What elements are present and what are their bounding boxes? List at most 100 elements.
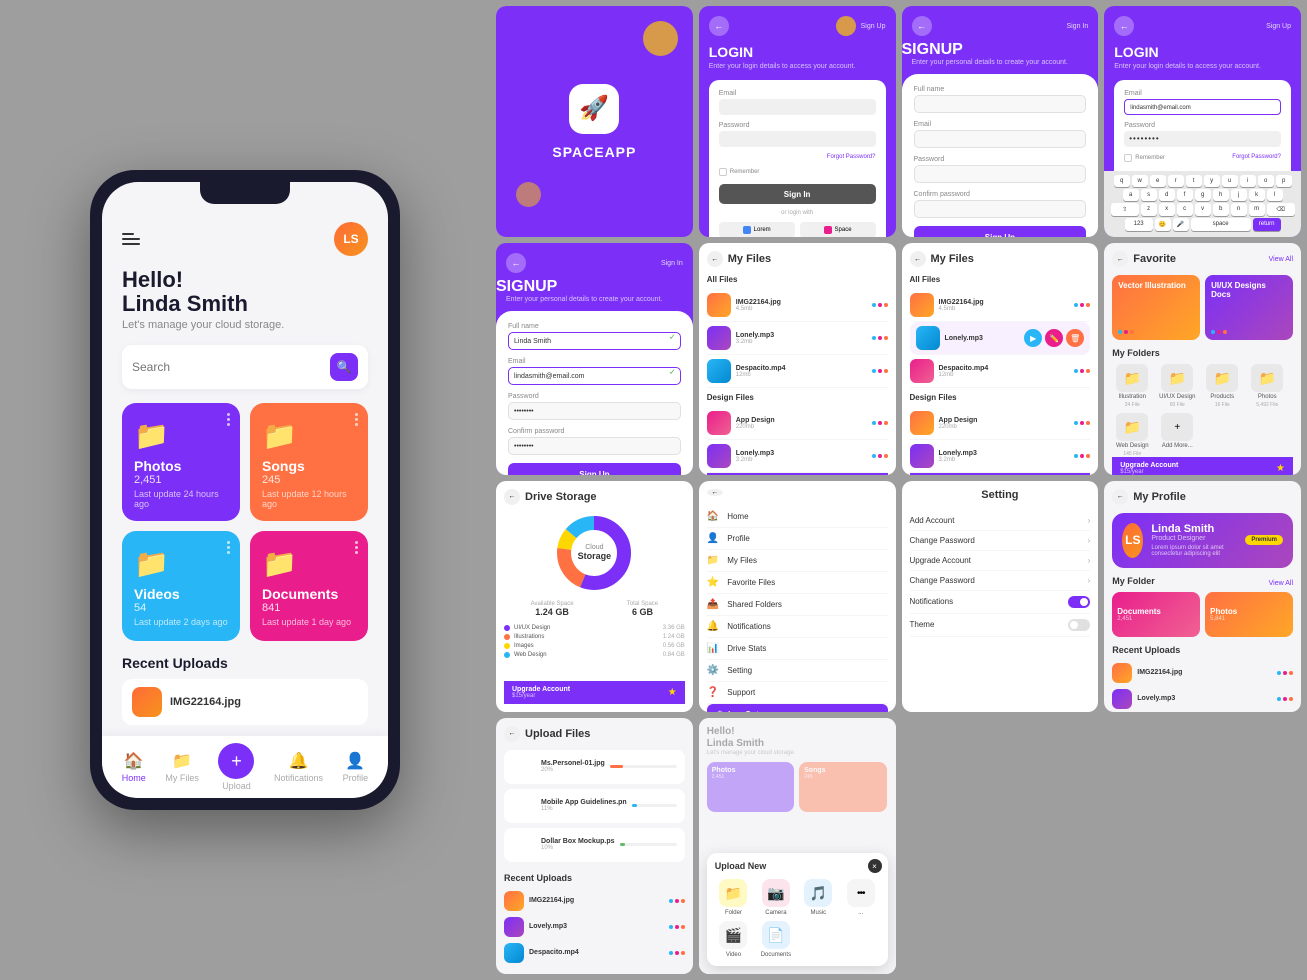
file-item[interactable]: Lonely.mp3 3.2mb: [910, 440, 1091, 473]
signup-button[interactable]: Sign Up: [914, 226, 1087, 237]
forgot-password-link[interactable]: Forgot Password?: [719, 154, 876, 160]
back-button[interactable]: ←: [1112, 489, 1128, 505]
menu-drive-stats[interactable]: 📊 Drive Stats: [707, 638, 888, 660]
settings-theme[interactable]: Theme: [910, 614, 1091, 637]
file-item[interactable]: App Design 220mb: [910, 407, 1091, 440]
signin-button[interactable]: Sign In: [719, 184, 876, 204]
email-input-filled[interactable]: lindasmith@email.com: [1124, 99, 1281, 115]
key-b[interactable]: b: [1213, 203, 1229, 216]
remember-checkbox[interactable]: [1124, 154, 1132, 162]
file-item[interactable]: Despacito.mp4 12mb: [910, 355, 1091, 388]
signup-link[interactable]: Sign Up: [861, 23, 886, 30]
nav-my-files[interactable]: 📁 My Files: [165, 751, 199, 783]
key-l[interactable]: l: [1267, 189, 1283, 201]
close-button[interactable]: ×: [868, 859, 882, 873]
folder-songs[interactable]: 📁 Songs 245 Last update 12 hours ago: [250, 403, 368, 521]
folder-videos[interactable]: 📁 Videos 54 Last update 2 days ago: [122, 531, 240, 641]
back-button[interactable]: ←: [910, 251, 926, 267]
back-button[interactable]: ←: [707, 489, 723, 496]
upload-option-camera[interactable]: 📷 Camera: [757, 879, 794, 916]
password-input[interactable]: [719, 131, 876, 147]
upgrade-bar[interactable]: Upgrade Account $15/year ★: [1112, 457, 1293, 474]
key-p[interactable]: p: [1276, 175, 1292, 187]
key-return[interactable]: return: [1253, 218, 1281, 231]
signin-link[interactable]: Sign In: [1066, 23, 1088, 30]
search-button[interactable]: 🔍: [330, 353, 358, 381]
folder-item[interactable]: 📁 Illustration 24 File: [1112, 364, 1152, 408]
nav-profile[interactable]: 👤 Profile: [343, 751, 369, 783]
key-e[interactable]: e: [1150, 175, 1166, 187]
key-g[interactable]: g: [1195, 189, 1211, 201]
key-123[interactable]: 123: [1125, 218, 1153, 231]
back-button[interactable]: ←: [504, 726, 520, 742]
menu-profile[interactable]: 👤 Profile: [707, 528, 888, 550]
remember-checkbox[interactable]: [719, 168, 727, 176]
recent-item[interactable]: IMG22164.jpg: [122, 679, 368, 725]
key-x[interactable]: x: [1159, 203, 1175, 216]
file-item[interactable]: IMG22164.jpg 4.5mb: [707, 289, 888, 322]
settings-upgrade[interactable]: Upgrade Account ›: [910, 551, 1091, 571]
menu-shared[interactable]: 📤 Shared Folders: [707, 594, 888, 616]
key-j[interactable]: j: [1231, 189, 1247, 201]
key-y[interactable]: y: [1204, 175, 1220, 187]
settings-notifications[interactable]: Notifications: [910, 591, 1091, 614]
key-t[interactable]: t: [1186, 175, 1202, 187]
pf-photos[interactable]: Photos 5,841: [1205, 592, 1293, 637]
back-button[interactable]: ←: [1114, 16, 1134, 36]
key-emoji[interactable]: 😊: [1155, 218, 1171, 231]
settings-add-account[interactable]: Add Account ›: [910, 511, 1091, 531]
pf-documents[interactable]: Documents 2,451: [1112, 592, 1200, 637]
key-z[interactable]: z: [1141, 203, 1157, 216]
back-button[interactable]: ←: [707, 251, 723, 267]
key-u[interactable]: u: [1222, 175, 1238, 187]
folder-item[interactable]: 📁 Products 16 File: [1202, 364, 1242, 408]
upload-option-music[interactable]: 🎵 Music: [800, 879, 837, 916]
add-more-folder[interactable]: + Add More...: [1157, 413, 1197, 457]
folder-menu-icon[interactable]: [227, 413, 230, 426]
menu-my-files[interactable]: 📁 My Files: [707, 550, 888, 572]
confirm-input[interactable]: [914, 200, 1087, 218]
password-input[interactable]: [914, 165, 1087, 183]
key-mic[interactable]: 🎤: [1173, 218, 1189, 231]
key-r[interactable]: r: [1168, 175, 1184, 187]
folder-item[interactable]: 📁 Web Design 145 File: [1112, 413, 1152, 457]
confirm-input[interactable]: ••••••••: [508, 437, 681, 455]
fullname-input-filled[interactable]: Linda Smith: [508, 332, 681, 350]
password-input[interactable]: ••••••••: [508, 402, 681, 420]
recent-item[interactable]: IMG22164.jpg: [1112, 660, 1293, 686]
menu-favorites[interactable]: ⭐ Favorite Files: [707, 572, 888, 594]
fav-card-vector[interactable]: Vector Illustration: [1112, 275, 1200, 340]
folder-documents[interactable]: 📁 Documents 841 Last update 1 day ago: [250, 531, 368, 641]
upload-option-video[interactable]: 🎬 Video: [715, 921, 752, 958]
email-input-filled[interactable]: lindasmith@email.com: [508, 367, 681, 385]
back-button[interactable]: ←: [1112, 251, 1128, 267]
menu-support[interactable]: ❓ Support: [707, 682, 888, 704]
settings-change-password[interactable]: Change Password ›: [910, 531, 1091, 551]
hamburger-icon[interactable]: [122, 233, 140, 245]
folder-menu-icon[interactable]: [227, 541, 230, 554]
view-all-link[interactable]: View All: [1269, 580, 1293, 587]
recent-item[interactable]: Lovely.mp3: [504, 914, 685, 940]
menu-home[interactable]: 🏠 Home: [707, 506, 888, 528]
folder-menu-icon[interactable]: [355, 413, 358, 426]
back-button[interactable]: ←: [506, 253, 526, 273]
key-c[interactable]: c: [1177, 203, 1193, 216]
key-a[interactable]: a: [1123, 189, 1139, 201]
recent-item[interactable]: IMG22164.jpg: [504, 888, 685, 914]
password-input[interactable]: ••••••••: [1124, 131, 1281, 147]
folder-item[interactable]: 📁 UI/UX Design 60 File: [1157, 364, 1197, 408]
action-icon[interactable]: ✏️: [1045, 329, 1063, 347]
file-item[interactable]: Lonely.mp3 3.2mb: [707, 440, 888, 473]
signup-button[interactable]: Sign Up: [508, 463, 681, 474]
key-d[interactable]: d: [1159, 189, 1175, 201]
menu-setting[interactable]: ⚙️ Setting: [707, 660, 888, 682]
fullname-input[interactable]: [914, 95, 1087, 113]
upload-option-docs[interactable]: 📄 Documents: [757, 921, 794, 958]
file-item[interactable]: Despacito.mp4 12mb: [707, 355, 888, 388]
key-v[interactable]: v: [1195, 203, 1211, 216]
folder-item[interactable]: 📁 Photos 5,492 File: [1247, 364, 1287, 408]
recent-item[interactable]: Lovely.mp3: [1112, 686, 1293, 712]
view-all-link[interactable]: View All: [1269, 256, 1293, 263]
key-n[interactable]: n: [1231, 203, 1247, 216]
email-input[interactable]: [914, 130, 1087, 148]
